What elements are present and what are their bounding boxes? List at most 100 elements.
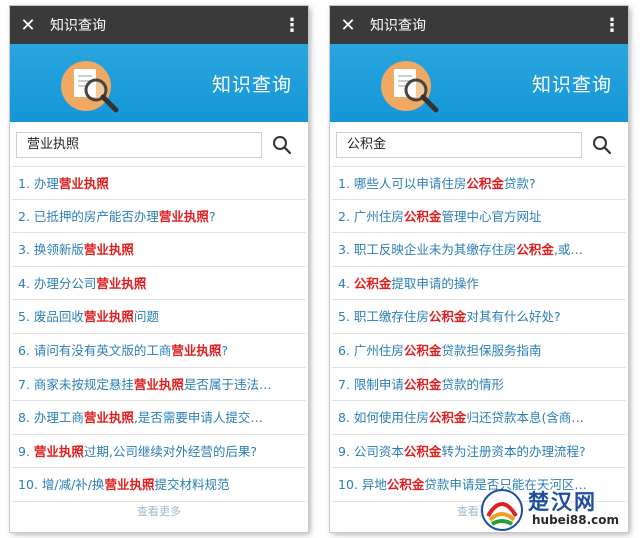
- search-bar: 营业执照: [10, 122, 308, 166]
- top-bar: ✕ 知识查询 ⋮: [10, 6, 308, 44]
- topbar-title: 知识查询: [50, 18, 106, 34]
- result-text: ,是否需要申请人提交…: [133, 410, 263, 426]
- result-text: 贷款的情形: [441, 376, 504, 392]
- result-keyword-highlight: 营业执照: [83, 309, 134, 325]
- result-text: 提交材料规范: [154, 477, 230, 493]
- result-item[interactable]: 4. 办理分公司营业执照: [12, 267, 306, 301]
- result-keyword-highlight: 营业执照: [33, 443, 84, 459]
- close-icon[interactable]: ✕: [10, 6, 46, 44]
- result-text: 广州住房: [353, 342, 404, 358]
- result-keyword-highlight: 公积金: [403, 443, 442, 459]
- result-keyword-highlight: 公积金: [428, 309, 467, 325]
- result-text: 对其有什么好处?: [466, 309, 561, 325]
- result-keyword-highlight: 营业执照: [96, 275, 147, 291]
- search-input[interactable]: 营业执照: [16, 132, 262, 158]
- result-text: 转为注册资本的办理流程?: [441, 443, 586, 459]
- result-number: 2.: [338, 208, 354, 224]
- more-vertical-icon[interactable]: ⋮: [602, 6, 622, 44]
- phone-screen-right: ✕ 知识查询 ⋮ 知识查询 公积金 1. 哪些人可以申请住房公积金贷款? 2. 广…: [330, 6, 628, 532]
- result-text: 请问有没有英文版的工商: [33, 342, 172, 358]
- result-text: 如何使用住房: [353, 410, 429, 426]
- result-item[interactable]: 8. 办理工商营业执照,是否需要申请人提交…: [12, 401, 306, 435]
- watermark-url: hubei88.com: [532, 513, 620, 527]
- result-item[interactable]: 7. 商家未按规定悬挂营业执照是否属于违法…: [12, 368, 306, 402]
- result-text: 职工反映企业未为其缴存住房: [353, 242, 517, 258]
- result-item[interactable]: 9. 营业执照过期,公司继续对外经营的后果?: [12, 435, 306, 469]
- result-keyword-highlight: 公积金: [403, 208, 442, 224]
- result-number: 2.: [18, 208, 34, 224]
- result-number: 9.: [18, 443, 34, 459]
- result-list: 1. 办理营业执照 2. 已抵押的房产能否办理营业执照? 3. 换领新版营业执照 4.…: [10, 166, 308, 502]
- result-keyword-highlight: 公积金: [386, 477, 425, 493]
- search-icon[interactable]: [268, 132, 296, 158]
- top-bar: ✕ 知识查询 ⋮: [330, 6, 628, 44]
- result-text: 办理分公司: [33, 275, 97, 291]
- result-number: 9.: [338, 443, 354, 459]
- result-item[interactable]: 8. 如何使用住房公积金归还贷款本息(含商…: [332, 401, 626, 435]
- banner-title: 知识查询: [211, 74, 292, 96]
- result-text: 贷款?: [503, 176, 536, 191]
- site-watermark: 楚汉网 hubei88.com: [478, 484, 634, 536]
- search-input[interactable]: 公积金: [336, 132, 582, 158]
- result-item[interactable]: 1. 哪些人可以申请住房公积金贷款?: [332, 166, 626, 200]
- result-text: ?: [208, 208, 216, 224]
- result-list: 1. 哪些人可以申请住房公积金贷款? 2. 广州住房公积金管理中心官方网址 3. 职…: [330, 166, 628, 502]
- result-number: 8.: [18, 410, 34, 426]
- watermark-title: 楚汉网: [528, 490, 597, 514]
- topbar-title: 知识查询: [370, 18, 426, 34]
- result-keyword-highlight: 公积金: [428, 410, 467, 426]
- result-text: 哪些人可以申请住房: [353, 176, 467, 191]
- result-keyword-highlight: 公积金: [403, 376, 442, 392]
- banner: 知识查询: [330, 44, 628, 122]
- result-number: 7.: [18, 376, 34, 392]
- result-number: 8.: [338, 410, 354, 426]
- result-item[interactable]: 9. 公司资本公积金转为注册资本的办理流程?: [332, 435, 626, 469]
- result-text: 管理中心官方网址: [441, 208, 542, 224]
- more-vertical-icon[interactable]: ⋮: [282, 6, 302, 44]
- result-number: 6.: [18, 342, 34, 358]
- result-text: 归还贷款本息(含商…: [466, 410, 584, 426]
- result-keyword-highlight: 营业执照: [158, 208, 209, 224]
- result-text: 限制申请: [353, 376, 404, 392]
- result-item[interactable]: 6. 广州住房公积金贷款担保服务指南: [332, 334, 626, 368]
- result-item[interactable]: 5. 职工缴存住房公积金对其有什么好处?: [332, 300, 626, 334]
- banner: 知识查询: [10, 44, 308, 122]
- search-icon[interactable]: [588, 132, 616, 158]
- result-keyword-highlight: 营业执照: [171, 342, 222, 358]
- close-icon[interactable]: ✕: [330, 6, 366, 44]
- result-text: 提取申请的操作: [391, 275, 479, 291]
- search-bar: 公积金: [330, 122, 628, 166]
- result-number: 10.: [338, 477, 362, 493]
- result-text: 是否属于违法…: [183, 376, 272, 392]
- result-text: 过期,公司继续对外经营的后果?: [83, 443, 258, 459]
- result-item[interactable]: 4. 公积金提取申请的操作: [332, 267, 626, 301]
- result-keyword-highlight: 公积金: [403, 342, 442, 358]
- more-link[interactable]: 查看更多: [10, 502, 308, 522]
- result-item[interactable]: 6. 请问有没有英文版的工商营业执照?: [12, 334, 306, 368]
- result-item[interactable]: 3. 职工反映企业未为其缴存住房公积金,或…: [332, 233, 626, 267]
- result-item[interactable]: 2. 已抵押的房产能否办理营业执照?: [12, 200, 306, 234]
- result-item[interactable]: 7. 限制申请公积金贷款的情形: [332, 368, 626, 402]
- result-keyword-highlight: 公积金: [353, 275, 392, 291]
- result-number: 1.: [338, 176, 354, 191]
- result-number: 5.: [338, 309, 354, 325]
- result-text: ?: [221, 342, 229, 358]
- result-item[interactable]: 1. 办理营业执照: [12, 166, 306, 200]
- result-item[interactable]: 5. 废品回收营业执照问题: [12, 300, 306, 334]
- result-item[interactable]: 10. 增/减/补/换营业执照提交材料规范: [12, 468, 306, 502]
- result-keyword-highlight: 营业执照: [83, 410, 134, 426]
- document-search-icon: [61, 61, 119, 113]
- watermark-logo-icon: [481, 489, 523, 531]
- result-text: 异地: [361, 477, 387, 493]
- result-text: ,或…: [553, 242, 583, 258]
- result-number: 3.: [338, 242, 354, 258]
- result-item[interactable]: 2. 广州住房公积金管理中心官方网址: [332, 200, 626, 234]
- banner-title: 知识查询: [531, 74, 612, 96]
- result-number: 6.: [338, 342, 354, 358]
- result-item[interactable]: 3. 换领新版营业执照: [12, 233, 306, 267]
- result-number: 1.: [18, 176, 34, 191]
- result-text: 贷款担保服务指南: [441, 342, 542, 358]
- document-search-icon: [381, 61, 439, 113]
- result-text: 废品回收: [33, 309, 84, 325]
- result-keyword-highlight: 营业执照: [58, 176, 109, 191]
